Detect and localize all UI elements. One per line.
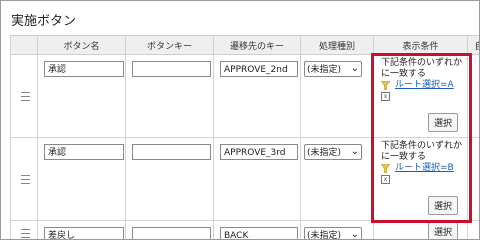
chevron-down-icon: ⌄ bbox=[350, 229, 359, 240]
display-condition: 下記条件のいずれか に一致する ルート選択=B x bbox=[381, 141, 462, 184]
button-key-input[interactable] bbox=[132, 227, 211, 239]
table-header: ボタン名 ボタンキー 遷移先のキー 処理種別 表示条件 自 bbox=[10, 35, 479, 55]
header-destination-key: 遷移先のキー bbox=[213, 35, 301, 55]
header-process-type: 処理種別 bbox=[300, 35, 374, 55]
funnel-icon bbox=[381, 164, 390, 173]
button-name-input[interactable]: 承認 bbox=[44, 144, 124, 160]
button-key-input[interactable] bbox=[132, 144, 211, 160]
route-link[interactable]: ルート選択=A bbox=[395, 80, 454, 91]
header-button-key: ボタンキー bbox=[125, 35, 214, 55]
table-row: 差戻し BACK (未指定) ⌄ 選択 bbox=[10, 220, 479, 240]
process-type-select[interactable]: (未指定) ⌄ bbox=[304, 61, 362, 77]
condition-text-line1: 下記条件のいずれか bbox=[381, 58, 463, 68]
chevron-down-icon: ⌄ bbox=[350, 63, 359, 74]
process-type-select[interactable]: (未指定) ⌄ bbox=[304, 227, 362, 240]
remove-icon[interactable]: x bbox=[381, 92, 390, 101]
condition-route: ルート選択=B bbox=[381, 163, 462, 174]
button-name-input[interactable]: 承認 bbox=[44, 61, 124, 77]
process-type-value: (未指定) bbox=[307, 65, 342, 75]
table-row: 承認 APPROVE_3rd (未指定) ⌄ 下記条件のいずれか に一致する ルー… bbox=[10, 137, 479, 221]
header-extra: 自 bbox=[467, 35, 479, 55]
button-name-input[interactable]: 差戻し bbox=[44, 227, 124, 239]
select-button[interactable]: 選択 bbox=[427, 113, 458, 132]
drag-handle-icon[interactable] bbox=[21, 175, 30, 184]
select-button[interactable]: 選択 bbox=[427, 196, 458, 215]
remove-icon[interactable]: x bbox=[381, 175, 390, 184]
condition-text-line1: 下記条件のいずれか bbox=[381, 141, 463, 151]
process-type-value: (未指定) bbox=[307, 148, 342, 158]
process-type-value: (未指定) bbox=[307, 231, 342, 240]
drag-handle-icon[interactable] bbox=[21, 92, 30, 101]
button-key-input[interactable] bbox=[132, 61, 211, 77]
destination-key-input[interactable]: BACK bbox=[220, 227, 298, 239]
button-table: ボタン名 ボタンキー 遷移先のキー 処理種別 表示条件 自 承認 APPROVE… bbox=[10, 35, 479, 240]
header-button-name: ボタン名 bbox=[37, 35, 126, 55]
section-title: 実施ボタン bbox=[11, 14, 77, 29]
chevron-down-icon: ⌄ bbox=[350, 146, 359, 157]
funnel-icon bbox=[381, 81, 390, 90]
condition-text-line2: に一致する bbox=[381, 152, 427, 162]
header-drag bbox=[10, 35, 38, 55]
condition-route: ルート選択=A bbox=[381, 80, 462, 91]
table-row: 承認 APPROVE_2nd (未指定) ⌄ 下記条件のいずれか に一致する ルー… bbox=[10, 54, 479, 138]
drag-handle-icon[interactable] bbox=[21, 229, 30, 238]
header-display-condition: 表示条件 bbox=[373, 35, 468, 55]
condition-text-line2: に一致する bbox=[381, 69, 427, 79]
display-condition: 下記条件のいずれか に一致する ルート選択=A x bbox=[381, 58, 462, 101]
destination-key-input[interactable]: APPROVE_2nd bbox=[220, 61, 298, 77]
process-type-select[interactable]: (未指定) ⌄ bbox=[304, 144, 362, 160]
select-button[interactable]: 選択 bbox=[427, 222, 458, 239]
panel: 実施ボタン ボタン名 ボタンキー 遷移先のキー 処理種別 表示条件 自 承認 A… bbox=[0, 0, 480, 240]
route-link[interactable]: ルート選択=B bbox=[395, 163, 454, 174]
destination-key-input[interactable]: APPROVE_3rd bbox=[220, 144, 298, 160]
